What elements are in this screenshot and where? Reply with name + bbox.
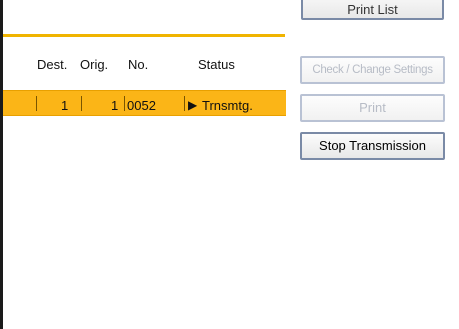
table-row[interactable]: 1 1 0052 ▶ Trnsmtg. <box>3 90 286 116</box>
stop-transmission-button[interactable]: Stop Transmission <box>300 132 445 160</box>
column-separator <box>36 96 37 111</box>
play-triangle-icon: ▶ <box>188 98 198 112</box>
column-separator <box>184 96 185 111</box>
column-header-status: Status <box>198 57 235 72</box>
column-header-orig: Orig. <box>80 57 109 72</box>
print-button[interactable]: Print <box>300 94 445 122</box>
column-separator <box>81 96 82 111</box>
row-number: 0052 <box>127 98 156 113</box>
row-dest: 1 <box>61 98 69 113</box>
column-header-no: No. <box>128 57 149 72</box>
print-list-button[interactable]: Print List <box>301 0 444 20</box>
row-orig: 1 <box>111 98 119 113</box>
check-change-settings-button[interactable]: Check / Change Settings <box>300 56 445 84</box>
row-status: Trnsmtg. <box>202 98 253 113</box>
column-separator <box>124 96 125 111</box>
column-header-dest: Dest. <box>37 57 68 72</box>
header-divider <box>3 34 285 37</box>
window-left-border <box>0 0 3 329</box>
